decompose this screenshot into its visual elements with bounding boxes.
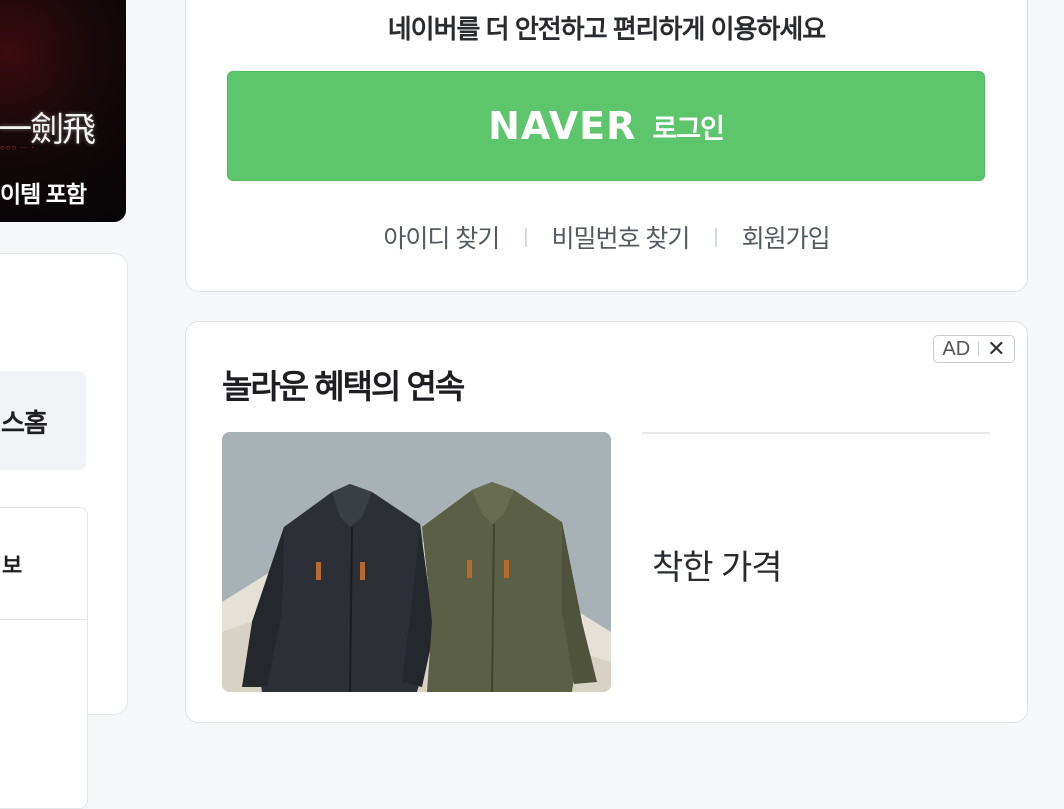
ad-label: AD <box>942 337 971 360</box>
ad-tagline[interactable]: 착한 가격 <box>652 540 783 589</box>
jackets-illustration <box>222 432 611 692</box>
naver-login-button[interactable]: NAVER 로그인 <box>227 71 985 181</box>
info-label[interactable]: 보 <box>2 548 22 580</box>
find-id-link[interactable]: 아이디 찾기 <box>383 219 500 255</box>
product-image[interactable] <box>222 432 611 692</box>
find-password-link[interactable]: 비밀번호 찾기 <box>551 219 690 255</box>
shopping-home-label: 스홈 <box>1 408 48 438</box>
ad-card: 놀라운 혜택의 연속 AD ✕ 착한 가격 <box>185 321 1028 723</box>
ad-badge-divider <box>978 342 980 356</box>
info-box: 보 <box>0 507 88 809</box>
close-icon[interactable]: ✕ <box>987 338 1005 360</box>
login-button-label: 로그인 <box>652 113 725 144</box>
ad-badge[interactable]: AD ✕ <box>933 335 1015 363</box>
banner-caption: 이템 포함 <box>0 181 87 207</box>
link-separator: | <box>713 225 718 248</box>
sign-up-link[interactable]: 회원가입 <box>742 219 831 255</box>
logo-ornament: ○○○ ·· · <box>0 143 35 152</box>
ad-divider <box>642 432 990 434</box>
naver-logo: NAVER <box>488 104 637 148</box>
divider <box>0 619 87 620</box>
link-separator: | <box>523 225 528 248</box>
left-panel: 스홈 보 <box>0 253 128 809</box>
game-banner[interactable]: 一劍飛 ○○○ ·· · 이템 포함 <box>0 0 126 222</box>
login-message: 네이버를 더 안전하고 편리하게 이용하세요 <box>387 14 826 44</box>
ad-title: 놀라운 혜택의 연속 <box>222 368 465 405</box>
shopping-home-tab[interactable]: 스홈 <box>0 371 86 470</box>
login-card: 네이버를 더 안전하고 편리하게 이용하세요 NAVER 로그인 아이디 찾기 … <box>185 0 1028 292</box>
login-links: 아이디 찾기 | 비밀번호 찾기 | 회원가입 <box>186 219 1027 255</box>
